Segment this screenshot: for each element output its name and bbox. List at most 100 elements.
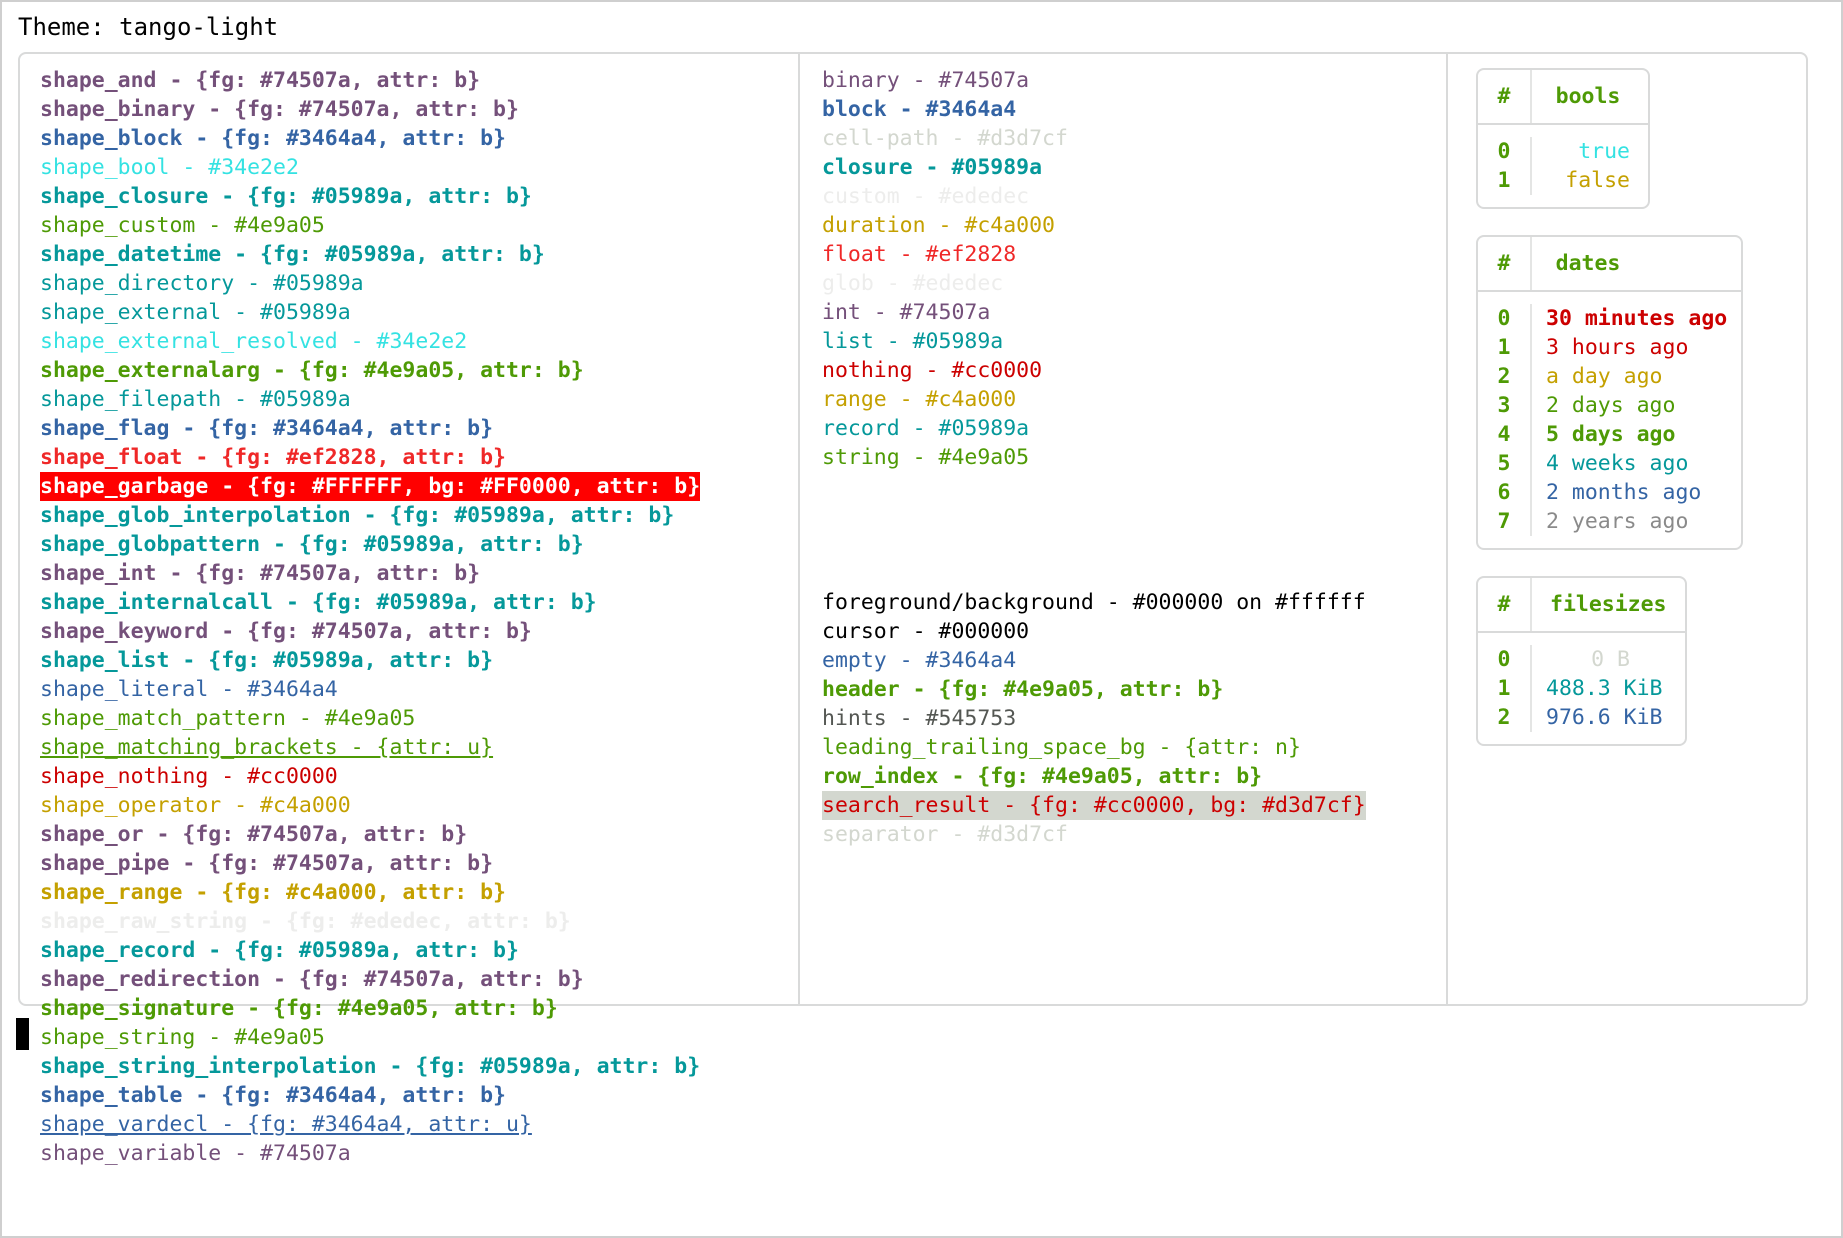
row-value-cell: 3 hours ago [1546,335,1689,360]
style-line: record - #05989a [822,416,1030,441]
style-line: shape_operator - #c4a000 [40,793,351,818]
style-line: shape_variable - #74507a [40,1141,351,1166]
row-value-cell: 2 months ago [1546,480,1702,505]
column-header-index: # [1478,237,1532,290]
style-line: cell-path - #d3d7cf [822,126,1068,151]
style-line: string - #4e9a05 [822,445,1030,470]
type-colors-group: binary - #74507a block - #3464a4 cell-path… [822,66,1446,472]
style-line: shape_internalcall - {fg: #05989a, attr:… [40,590,597,615]
row-index-cell: 4 [1478,420,1532,449]
style-line: shape_table - {fg: #3464a4, attr: b} [40,1083,506,1108]
row-index-cell: 1 [1478,674,1532,703]
style-line: shape_literal - #3464a4 [40,677,338,702]
table-header-row: # bools [1478,70,1648,125]
style-line: nothing - #cc0000 [822,358,1043,383]
row-index-cell: 2 [1478,703,1532,732]
style-line: shape_range - {fg: #c4a000, attr: b} [40,880,506,905]
style-line: shape_datetime - {fg: #05989a, attr: b} [40,242,545,267]
style-line: shape_externalarg - {fg: #4e9a05, attr: … [40,358,584,383]
table-body: 0 30 minutes ago 1 3 hours ago 2 a day ago 3 2 … [1478,292,1741,548]
table-row: 2 976.6 KiB [1478,703,1685,732]
style-line: shape_block - {fg: #3464a4, attr: b} [40,126,506,151]
style-line: shape_nothing - #cc0000 [40,764,338,789]
style-line: shape_flag - {fg: #3464a4, attr: b} [40,416,494,441]
table-row: 0 true [1478,137,1648,166]
table-row: 4 5 days ago [1478,420,1741,449]
table-row: 3 2 days ago [1478,391,1741,420]
table-row: 1 3 hours ago [1478,333,1741,362]
style-line: duration - #c4a000 [822,213,1055,238]
table-filesizes: # filesizes 0 0 B 1 488.3 KiB 2 976.6 KiB [1476,576,1687,746]
style-line: row_index - {fg: #4e9a05, attr: b} [822,764,1263,789]
style-line: binary - #74507a [822,68,1030,93]
table-header-row: # filesizes [1478,578,1685,633]
table-row: 6 2 months ago [1478,478,1741,507]
row-index-cell: 3 [1478,391,1532,420]
table-bools: # bools 0 true 1 false [1476,68,1650,209]
table-row: 7 2 years ago [1478,507,1741,536]
style-line: shape_external_resolved - #34e2e2 [40,329,468,354]
style-line: shape_filepath - #05989a [40,387,351,412]
table-row: 0 0 B [1478,645,1685,674]
table-header-row: # dates [1478,237,1742,292]
style-line: shape_binary - {fg: #74507a, attr: b} [40,97,519,122]
style-line: glob - #ededec [822,271,1004,296]
row-value-cell: 2 days ago [1546,393,1676,418]
style-line: list - #05989a [822,329,1004,354]
table-row: 0 30 minutes ago [1478,304,1741,333]
column-header-index: # [1478,70,1532,123]
row-index-cell: 1 [1478,166,1532,195]
style-line: shape_directory - #05989a [40,271,364,296]
style-line: empty - #3464a4 [822,648,1017,673]
row-index-cell: 0 [1478,137,1532,166]
style-line: shape_vardecl - {fg: #3464a4, attr: u} [40,1112,532,1137]
style-line: custom - #ededec [822,184,1030,209]
style-line: shape_raw_string - {fg: #ededec, attr: b… [40,909,571,934]
style-line: block - #3464a4 [822,97,1017,122]
terminal-cursor [16,1018,29,1050]
style-line: shape_keyword - {fg: #74507a, attr: b} [40,619,532,644]
style-line: shape_signature - {fg: #4e9a05, attr: b} [40,996,558,1021]
theme-label: Theme: tango-light [18,13,279,41]
style-line: shape_pipe - {fg: #74507a, attr: b} [40,851,494,876]
table-body: 0 true 1 false [1478,125,1648,207]
style-line: shape_external - #05989a [40,300,351,325]
row-value-cell: 4 weeks ago [1546,451,1689,476]
shape-styles-column: shape_and - {fg: #74507a, attr: b} shape_… [20,54,800,1166]
style-line: shape_garbage - {fg: #FFFFFF, bg: #FF000… [40,472,701,501]
style-line: shape_globpattern - {fg: #05989a, attr: … [40,532,584,557]
column-spacer [822,472,1446,588]
row-value-cell: 5 days ago [1546,422,1676,447]
row-value-cell: 976.6 KiB [1546,705,1663,730]
theme-preview-panel: shape_and - {fg: #74507a, attr: b} shape_… [18,52,1808,1166]
row-value-cell: 0 B [1591,647,1630,672]
row-value-cell: a day ago [1546,364,1663,389]
style-line: shape_string_interpolation - {fg: #05989… [40,1054,701,1079]
row-value-cell: false [1565,168,1630,193]
window-border-left [0,0,2,1238]
column-header-value: bools [1555,84,1621,109]
row-index-cell: 0 [1478,645,1532,674]
row-index-cell: 0 [1478,304,1532,333]
row-value-cell: 488.3 KiB [1546,676,1663,701]
style-line: shape_int - {fg: #74507a, attr: b} [40,561,481,586]
style-line: cursor - #000000 [822,619,1030,644]
table-body: 0 0 B 1 488.3 KiB 2 976.6 KiB [1478,633,1685,744]
style-line: range - #c4a000 [822,387,1017,412]
row-index-cell: 1 [1478,333,1532,362]
style-line: shape_bool - #34e2e2 [40,155,299,180]
style-line: search_result - {fg: #cc0000, bg: #d3d7c… [822,791,1366,820]
style-line: shape_match_pattern - #4e9a05 [40,706,416,731]
column-header-value: filesizes [1550,592,1667,617]
row-value-cell: true [1578,139,1630,164]
style-line: header - {fg: #4e9a05, attr: b} [822,677,1224,702]
style-line: shape_and - {fg: #74507a, attr: b} [40,68,481,93]
row-index-cell: 5 [1478,449,1532,478]
style-line: shape_redirection - {fg: #74507a, attr: … [40,967,584,992]
table-row: 5 4 weeks ago [1478,449,1741,478]
window-border-top [0,0,1843,2]
terminal-theme-preview: Theme: tango-light shape_and - {fg: #745… [0,0,1843,1238]
type-styles-column: binary - #74507a block - #3464a4 cell-path… [800,54,1448,1004]
style-line: hints - #545753 [822,706,1017,731]
row-value-cell: 2 years ago [1546,509,1689,534]
